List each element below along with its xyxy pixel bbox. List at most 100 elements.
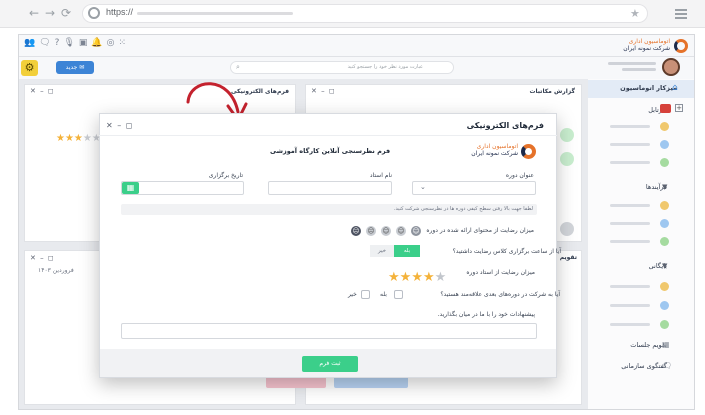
chat-icon[interactable]: 🗨 [39, 38, 50, 48]
submit-button[interactable]: ثبت فرم [302, 356, 358, 372]
status-dot [660, 282, 669, 291]
modal-brand-line1: اتوماسیون اداری [476, 143, 518, 150]
expand-plus-icon[interactable]: + [675, 104, 683, 112]
reload-icon[interactable]: ⟳ [59, 6, 73, 20]
status-dot [660, 140, 669, 149]
forms-card-controls[interactable]: ✕ – ◻ [30, 87, 55, 95]
brand-line1: اتوماسیون اداری [628, 38, 670, 45]
date-input[interactable] [121, 181, 244, 195]
chat-bubble-icon: 🗨 [662, 361, 673, 370]
status-dot [660, 201, 669, 210]
teacher-rating-stars[interactable]: ★★★★★ [388, 266, 446, 285]
chevron-down-icon: ⌄ [420, 183, 426, 191]
reports-card-title: گزارش مکاتبات [529, 88, 575, 95]
modal-brand: اتوماسیون اداری شرکت نمونه ایران [456, 143, 518, 157]
mail-icon: ✉ [79, 64, 85, 71]
teacher-input[interactable] [268, 181, 392, 195]
q-next-label: آیا به شرکت در دوره‌های بعدی علاقه‌مند ه… [440, 291, 560, 298]
sidebar-sub-item[interactable] [610, 222, 650, 225]
browser-menu-icon[interactable] [675, 9, 687, 21]
users-icon[interactable]: 👥 [24, 38, 35, 48]
course-select[interactable] [412, 181, 536, 195]
sidebar-sub-item[interactable] [610, 240, 650, 243]
sidebar-sub-item[interactable] [610, 161, 650, 164]
calendar-icon: ▦ [662, 340, 670, 349]
teacher-label: نام استاد [369, 172, 392, 179]
help-icon[interactable]: ? [55, 38, 60, 48]
chevron-down-icon[interactable]: ▼ [662, 183, 667, 191]
forms-card-stars: ★★★★★ [56, 133, 101, 144]
url-placeholder-line [137, 12, 293, 15]
star-bookmark-icon[interactable]: ★ [630, 7, 640, 20]
next-no-checkbox[interactable] [361, 290, 370, 299]
url-text: https:// [106, 7, 134, 17]
suggestion-textarea[interactable] [121, 323, 537, 339]
search-icon: ⌕ [236, 63, 240, 71]
sidebar-sub-item[interactable] [610, 285, 650, 288]
calendar-picker-icon[interactable]: ▦ [122, 182, 139, 194]
q-content-label: میزان رضایت از محتوای ارائه شده در دوره [426, 227, 534, 234]
modal-window-controls[interactable]: ✕ – ◻ [106, 121, 133, 130]
new-button[interactable]: جدید ✉ [56, 61, 94, 74]
status-dot [660, 122, 669, 131]
toolbar-icons: 👥 🗨 ? 🎙 ▣ 🔔 ◎ ⁙ [24, 38, 126, 48]
face-neutral-icon[interactable]: ☺ [381, 226, 391, 236]
status-dot [660, 158, 669, 167]
grid-icon[interactable]: ⁙ [118, 38, 126, 48]
q-suggest-label: پیشنهادات خود را با ما در میان بگذارید. [437, 311, 535, 318]
face-very-sad-icon[interactable]: ☹ [351, 226, 361, 236]
next-yes-checkbox[interactable] [394, 290, 403, 299]
settings-gear-icon[interactable]: ⚙ [21, 60, 38, 76]
report-status-dot [560, 152, 574, 166]
inbox-icon [660, 104, 671, 113]
modal-brand-line2: شرکت نمونه ایران [471, 150, 518, 157]
brand-logo-icon [674, 39, 688, 53]
status-dot [660, 320, 669, 329]
brand-line2: شرکت نمونه ایران [623, 45, 670, 52]
sidebar-sub-item[interactable] [610, 323, 650, 326]
next-no-label: خیر [348, 291, 357, 298]
globe-icon [88, 7, 100, 19]
time-no-button[interactable]: خیر [370, 245, 394, 257]
q-time-label: آیا از ساعت برگزاری کلاس رضایت داشتید؟ [452, 248, 561, 255]
reports-card-controls[interactable]: ✕ – ◻ [311, 87, 336, 95]
modal-title: فرم‌های الکترونیکی [466, 121, 544, 130]
brand-header: اتوماسیون اداری شرکت نمونه ایران [612, 38, 688, 54]
face-very-happy-icon[interactable]: ☺ [411, 226, 421, 236]
calendar-card-controls[interactable]: ✕ – ◻ [30, 254, 55, 262]
q-teacher-label: میزان رضایت از استاد دوره [466, 269, 535, 276]
hint-text: لطفا جهت بالا رفتن سطح کیفی دوره ها در ن… [393, 206, 533, 212]
face-sad-icon[interactable]: ☹ [366, 226, 376, 236]
forward-icon[interactable]: → [43, 6, 57, 20]
next-yes-label: بله [380, 291, 387, 298]
report-status-dot [560, 128, 574, 142]
new-button-label: جدید [65, 64, 78, 71]
chevron-down-icon[interactable]: ▼ [662, 262, 667, 270]
face-happy-icon[interactable]: ☺ [396, 226, 406, 236]
mic-icon[interactable]: 🎙 [63, 38, 74, 48]
search-input[interactable]: عبارت مورد نظر خود را جستجو کنید [230, 61, 454, 74]
user-avatar[interactable] [662, 58, 680, 76]
course-label: عنوان دوره [505, 172, 534, 179]
sidebar-title: میزکار اتوماسیون [620, 84, 677, 92]
status-dot [660, 237, 669, 246]
calendar-month: فروردین ۱۴۰۳ [38, 267, 74, 274]
status-dot [660, 301, 669, 310]
bell-icon[interactable]: 🔔 [91, 38, 102, 48]
camera-icon[interactable]: ▣ [79, 38, 88, 48]
sidebar-sub-item[interactable] [610, 204, 650, 207]
form-title: فرم نظرسنجی آنلاین کارگاه آموزشی [270, 147, 391, 155]
globe-app-icon[interactable]: ◎ [107, 38, 115, 48]
modal-brand-logo-icon [521, 144, 536, 159]
sidebar-item-chat[interactable]: گفتگوی سازمانی [621, 362, 667, 370]
date-label: تاریخ برگزاری [208, 172, 243, 179]
home-icon: ⌂ [672, 83, 678, 93]
report-avatar [560, 222, 574, 236]
status-dot [660, 219, 669, 228]
back-icon[interactable]: ← [27, 6, 41, 20]
sidebar-sub-item[interactable] [610, 304, 650, 307]
sidebar-sub-item[interactable] [610, 125, 650, 128]
sidebar-sub-item[interactable] [610, 143, 650, 146]
time-yes-button[interactable]: بله [394, 245, 420, 257]
sidebar [588, 79, 694, 409]
